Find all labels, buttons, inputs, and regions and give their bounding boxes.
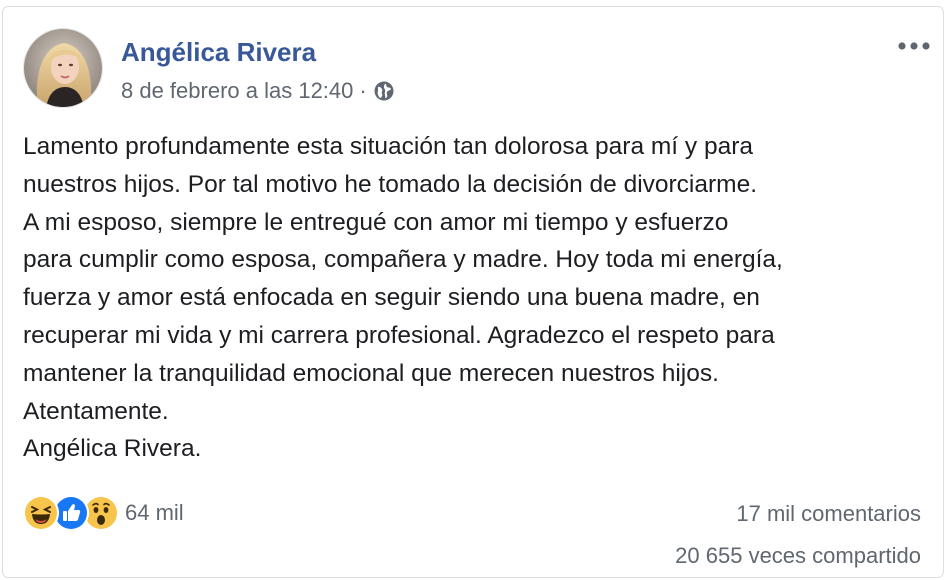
post-line: Lamento profundamente esta situación tan… — [23, 133, 753, 160]
avatar-image — [24, 29, 102, 107]
haha-icon — [23, 495, 59, 531]
more-options-icon[interactable] — [897, 33, 931, 59]
post-card: Angélica Rivera 8 de febrero a las 12:40… — [2, 6, 944, 578]
meta-separator: · — [359, 78, 367, 103]
post-line: mantener la tranquilidad emocional que m… — [23, 359, 719, 387]
shares-count[interactable]: 20 655 veces compartido — [675, 543, 921, 569]
post-line: A mi esposo, siempre le entregué con amo… — [23, 208, 729, 236]
author-avatar[interactable] — [23, 28, 103, 108]
post-line: Atentamente. — [23, 397, 169, 425]
post-body: Lamento profundamente esta situación tan… — [23, 128, 933, 468]
post-line: fuerza y amor está enfocada en seguir si… — [23, 284, 760, 312]
post-line: recuperar mi vida y mi carrera profesion… — [23, 321, 775, 349]
author-name[interactable]: Angélica Rivera — [121, 37, 316, 68]
post-timestamp[interactable]: 8 de febrero a las 12:40 — [121, 78, 353, 104]
post-line: nuestros hijos. Por tal motivo he tomado… — [23, 170, 757, 198]
post-line: Angélica Rivera. — [23, 435, 202, 463]
post-line: para cumplir como esposa, compañera y ma… — [23, 246, 783, 274]
reactions-summary[interactable]: 64 mil — [23, 495, 184, 531]
reaction-icons — [23, 495, 119, 531]
comments-count[interactable]: 17 mil comentarios — [736, 501, 921, 527]
globe-icon[interactable] — [373, 80, 395, 102]
reaction-count: 64 mil — [125, 500, 184, 525]
post-meta: 8 de febrero a las 12:40 · — [121, 78, 395, 104]
